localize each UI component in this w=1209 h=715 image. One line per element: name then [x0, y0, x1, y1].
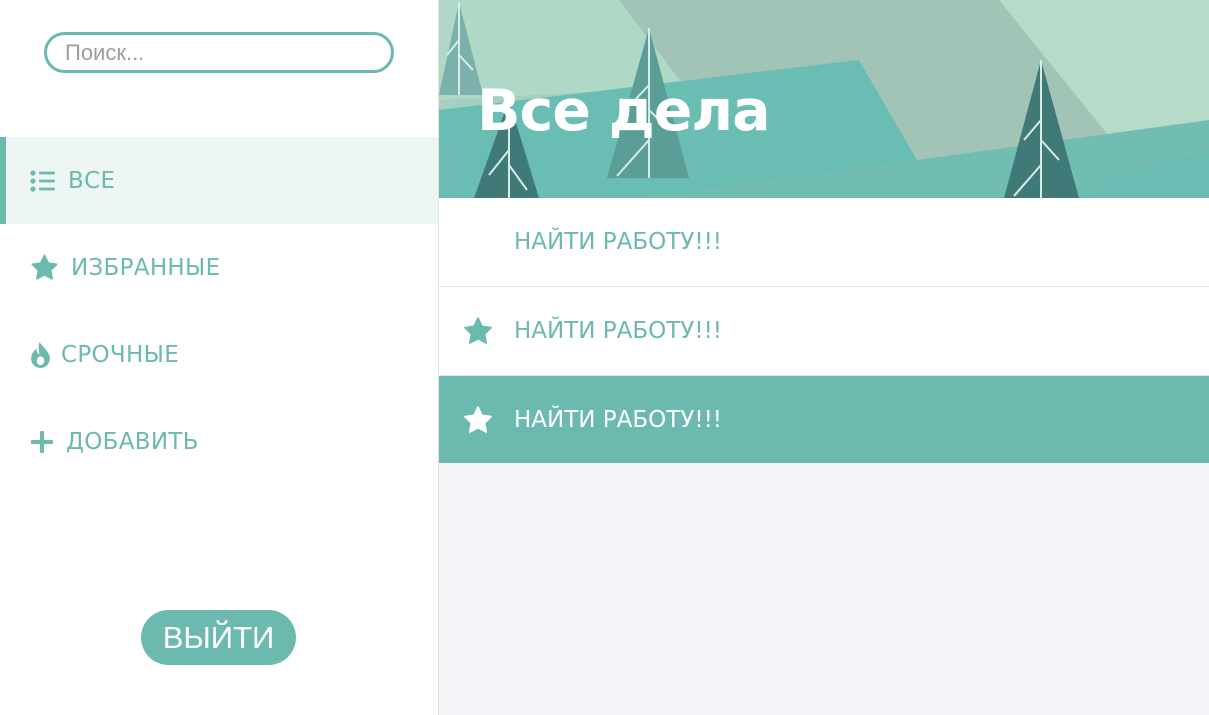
list-icon	[30, 169, 56, 192]
fire-icon	[30, 341, 51, 368]
task-item-selected[interactable]: НАЙТИ РАБОТУ!!!	[439, 376, 1209, 463]
task-label: НАЙТИ РАБОТУ!!!	[514, 406, 723, 433]
sidebar-item-all[interactable]: ВСЕ	[0, 137, 438, 224]
star-icon[interactable]	[463, 405, 493, 435]
plus-icon	[30, 430, 54, 454]
task-item[interactable]: НАЙТИ РАБОТУ!!!	[439, 287, 1209, 376]
sidebar-item-label: ИЗБРАННЫЕ	[71, 254, 221, 281]
sidebar-nav: ВСЕ ИЗБРАННЫЕ СРОЧНЫЕ ДОБАВИТЬ	[0, 137, 438, 485]
page-title: Все дела	[477, 78, 771, 144]
star-icon	[30, 254, 59, 281]
task-label: НАЙТИ РАБОТУ!!!	[514, 229, 723, 255]
sidebar: ВСЕ ИЗБРАННЫЕ СРОЧНЫЕ	[0, 0, 439, 715]
search-input[interactable]	[44, 32, 394, 73]
sidebar-item-label: СРОЧНЫЕ	[61, 341, 180, 368]
sidebar-item-label: ДОБАВИТЬ	[66, 428, 199, 455]
app-window: ВСЕ ИЗБРАННЫЕ СРОЧНЫЕ	[0, 0, 1209, 715]
task-item[interactable]: НАЙТИ РАБОТУ!!!	[439, 198, 1209, 287]
sidebar-item-favorites[interactable]: ИЗБРАННЫЕ	[0, 224, 438, 311]
sidebar-item-label: ВСЕ	[68, 167, 116, 194]
task-list: НАЙТИ РАБОТУ!!! НАЙТИ РАБОТУ!!! НАЙТИ РА…	[439, 198, 1209, 463]
logout-button[interactable]: ВЫЙТИ	[141, 610, 296, 665]
sidebar-item-add[interactable]: ДОБАВИТЬ	[0, 398, 438, 485]
task-label: НАЙТИ РАБОТУ!!!	[514, 318, 723, 344]
sidebar-item-urgent[interactable]: СРОЧНЫЕ	[0, 311, 438, 398]
star-icon[interactable]	[463, 316, 493, 346]
main-panel: Все дела НАЙТИ РАБОТУ!!! НАЙТИ РАБОТУ!!!…	[439, 0, 1209, 715]
header-banner: Все дела	[439, 0, 1209, 198]
